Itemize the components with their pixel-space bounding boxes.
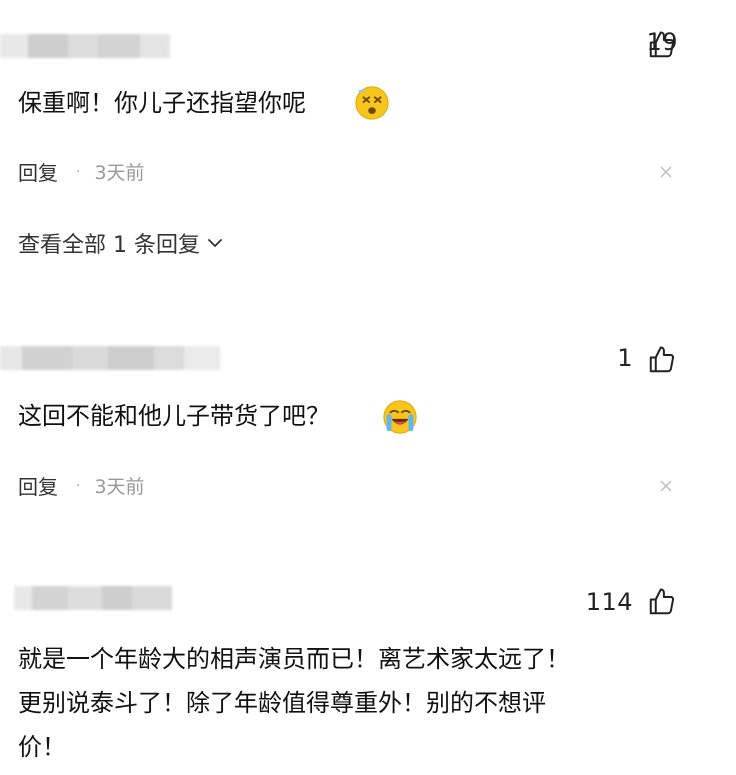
view-all-replies-button[interactable]: 查看全部 1 条回复 (18, 227, 224, 259)
comment-text: 保重啊！你儿子还指望你呢 (18, 89, 306, 117)
loudly-crying-emoji (383, 400, 417, 434)
comment-meta: 回复 · 3天前 (18, 471, 145, 500)
like-count: 1 (617, 344, 633, 372)
comment-text: 就是一个年龄大的相声演员而已！离艺术家太远了！ 更别说泰斗了！除了年龄值得尊重外… (18, 643, 570, 775)
close-icon[interactable] (658, 164, 674, 180)
username-blurred (14, 586, 172, 610)
separator: · (76, 163, 81, 180)
comment-line: 价！ (18, 733, 66, 761)
like-group[interactable]: 1 (617, 344, 633, 372)
reply-button[interactable]: 回复 (18, 471, 58, 500)
username-blurred (0, 346, 220, 370)
separator: · (76, 477, 81, 494)
comment-meta: 回复 · 3天前 (18, 157, 145, 186)
thumbs-up-icon[interactable] (647, 30, 677, 60)
comment-line: 就是一个年龄大的相声演员而已！离艺术家太远了！ (18, 645, 570, 673)
reply-button[interactable]: 回复 (18, 157, 58, 186)
like-count: 114 (585, 588, 633, 616)
chevron-down-icon (208, 239, 222, 248)
comment-line: 更别说泰斗了！除了年龄值得尊重外！别的不想评 (18, 689, 546, 717)
timestamp: 3天前 (94, 162, 145, 184)
like-group[interactable]: 114 (586, 588, 633, 616)
thumbs-up-icon[interactable] (647, 345, 677, 375)
timestamp: 3天前 (94, 476, 145, 498)
comment-text: 这回不能和他儿子带货了吧？ (18, 402, 330, 430)
close-icon[interactable] (658, 478, 674, 494)
thumbs-up-icon[interactable] (647, 587, 677, 617)
username-blurred (0, 34, 170, 58)
dizzy-face-emoji (355, 86, 389, 120)
